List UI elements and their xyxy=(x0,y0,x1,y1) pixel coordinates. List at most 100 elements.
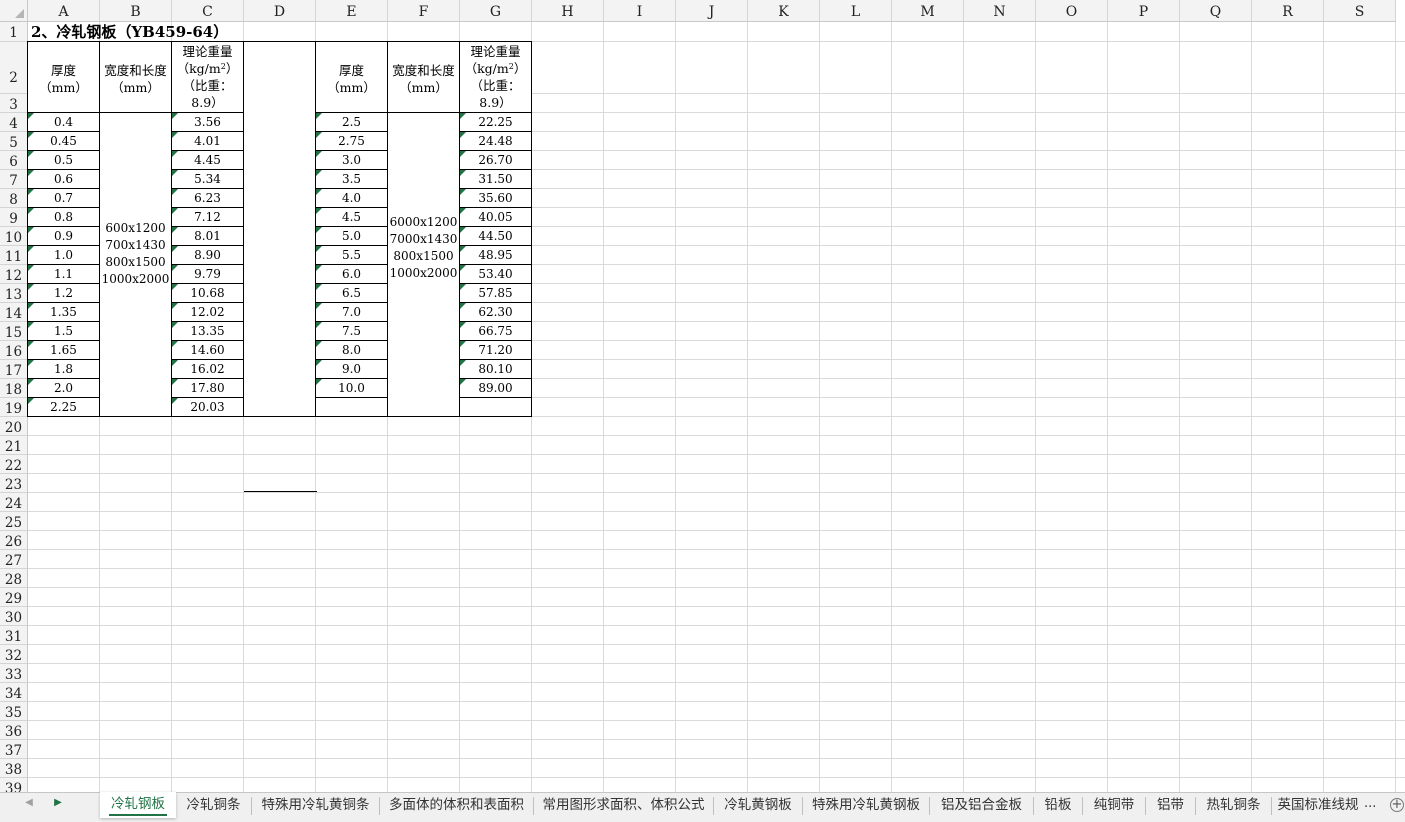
weight-cell[interactable]: 3.56 xyxy=(171,112,244,132)
spreadsheet-grid[interactable]: ABCDEFGHIJKLMNOPQRS 1 2 3 4 5 6 7 8 9 10 11 12 13 14 1… xyxy=(0,0,1405,792)
column-header-r[interactable]: R xyxy=(1252,0,1324,22)
weight-cell[interactable]: 16.02 xyxy=(171,359,244,379)
sizes-merged-cell[interactable]: 6000x1200 7000x1430 800x1500 1000x2000 xyxy=(387,112,460,417)
row-header-16[interactable]: 16 xyxy=(0,341,28,360)
thickness-cell[interactable]: 10.0 xyxy=(315,378,388,398)
weight-cell[interactable]: 13.35 xyxy=(171,321,244,341)
weight-cell[interactable]: 8.01 xyxy=(171,226,244,246)
weight-cell[interactable]: 40.05 xyxy=(459,207,532,227)
row-header-14[interactable]: 14 xyxy=(0,303,28,322)
column-header-f[interactable]: F xyxy=(388,0,460,22)
weight-cell[interactable]: 53.40 xyxy=(459,264,532,284)
weight-cell[interactable]: 24.48 xyxy=(459,131,532,151)
weight-cell[interactable]: 48.95 xyxy=(459,245,532,265)
thickness-cell[interactable]: 5.5 xyxy=(315,245,388,265)
select-all-corner[interactable] xyxy=(0,0,28,22)
row-header-25[interactable]: 25 xyxy=(0,512,28,531)
column-header-g[interactable]: G xyxy=(460,0,532,22)
row-header-12[interactable]: 12 xyxy=(0,265,28,284)
weight-cell[interactable]: 44.50 xyxy=(459,226,532,246)
weight-cell[interactable]: 22.25 xyxy=(459,112,532,132)
thickness-cell[interactable]: 2.5 xyxy=(315,112,388,132)
row-header-17[interactable]: 17 xyxy=(0,360,28,379)
column-header-j[interactable]: J xyxy=(676,0,748,22)
thickness-cell[interactable]: 0.8 xyxy=(27,207,100,227)
thickness-cell[interactable]: 1.5 xyxy=(27,321,100,341)
column-header-l[interactable]: L xyxy=(820,0,892,22)
header-weight[interactable]: 理论重量 （kg/m2） （比重： 8.9） xyxy=(171,41,244,113)
column-header-a[interactable]: A xyxy=(28,0,100,22)
row-header-11[interactable]: 11 xyxy=(0,246,28,265)
weight-cell[interactable]: 8.90 xyxy=(171,245,244,265)
sheet-tab[interactable]: 特殊用冷轧黄钢板 xyxy=(803,797,930,815)
thickness-cell[interactable]: 1.1 xyxy=(27,264,100,284)
row-header-3[interactable]: 3 xyxy=(0,94,28,113)
weight-cell[interactable]: 7.12 xyxy=(171,207,244,227)
thickness-cell[interactable]: 1.35 xyxy=(27,302,100,322)
sizes-merged-cell[interactable]: 600x1200 700x1430 800x1500 1000x2000 xyxy=(99,112,172,417)
thickness-cell[interactable]: 1.2 xyxy=(27,283,100,303)
column-header-d[interactable]: D xyxy=(244,0,316,22)
weight-cell[interactable]: 12.02 xyxy=(171,302,244,322)
weight-cell[interactable]: 17.80 xyxy=(171,378,244,398)
row-header-7[interactable]: 7 xyxy=(0,170,28,189)
tab-scroll-left-icon[interactable]: ◀ xyxy=(22,797,36,808)
row-header-6[interactable]: 6 xyxy=(0,151,28,170)
weight-cell[interactable]: 35.60 xyxy=(459,188,532,208)
weight-cell[interactable]: 71.20 xyxy=(459,340,532,360)
row-header-34[interactable]: 34 xyxy=(0,683,28,702)
thickness-cell[interactable]: 2.0 xyxy=(27,378,100,398)
sheet-tab[interactable]: 铝带 xyxy=(1146,797,1196,815)
sheet-tab[interactable]: 常用图形求面积、体积公式 xyxy=(534,797,714,815)
row-header-31[interactable]: 31 xyxy=(0,626,28,645)
weight-cell[interactable]: 20.03 xyxy=(171,397,244,417)
row-header-37[interactable]: 37 xyxy=(0,740,28,759)
weight-cell[interactable]: 4.01 xyxy=(171,131,244,151)
row-header-39[interactable]: 39 xyxy=(0,778,28,792)
sheet-tab[interactable]: 特殊用冷轧黄铜条 xyxy=(252,797,380,815)
row-header-10[interactable]: 10 xyxy=(0,227,28,246)
thickness-cell[interactable]: 4.5 xyxy=(315,207,388,227)
weight-cell[interactable]: 6.23 xyxy=(171,188,244,208)
thickness-cell[interactable] xyxy=(315,397,388,417)
thickness-cell[interactable]: 0.5 xyxy=(27,150,100,170)
tab-scroll-right-icon[interactable]: ▶ xyxy=(51,797,65,808)
row-header-35[interactable]: 35 xyxy=(0,702,28,721)
column-header-s[interactable]: S xyxy=(1324,0,1396,22)
thickness-cell[interactable]: 0.9 xyxy=(27,226,100,246)
row-header-32[interactable]: 32 xyxy=(0,645,28,664)
sheet-title[interactable]: 2、冷轧钢板（YB459-64） xyxy=(31,22,228,41)
row-header-8[interactable]: 8 xyxy=(0,189,28,208)
weight-cell[interactable]: 14.60 xyxy=(171,340,244,360)
weight-cell[interactable]: 57.85 xyxy=(459,283,532,303)
weight-cell[interactable]: 66.75 xyxy=(459,321,532,341)
row-header-30[interactable]: 30 xyxy=(0,607,28,626)
column-header-n[interactable]: N xyxy=(964,0,1036,22)
column-header-p[interactable]: P xyxy=(1108,0,1180,22)
column-header-e[interactable]: E xyxy=(316,0,388,22)
weight-cell[interactable]: 26.70 xyxy=(459,150,532,170)
thickness-cell[interactable]: 1.8 xyxy=(27,359,100,379)
weight-cell[interactable]: 9.79 xyxy=(171,264,244,284)
row-header-22[interactable]: 22 xyxy=(0,455,28,474)
row-header-27[interactable]: 27 xyxy=(0,550,28,569)
row-header-20[interactable]: 20 xyxy=(0,417,28,436)
thickness-cell[interactable]: 1.65 xyxy=(27,340,100,360)
sheet-tab[interactable]: 冷轧黄钢板 xyxy=(714,797,803,815)
weight-cell[interactable]: 5.34 xyxy=(171,169,244,189)
thickness-cell[interactable]: 1.0 xyxy=(27,245,100,265)
column-header-q[interactable]: Q xyxy=(1180,0,1252,22)
row-header-38[interactable]: 38 xyxy=(0,759,28,778)
sheet-tab[interactable]: 铝及铝合金板 xyxy=(930,797,1034,815)
row-header-5[interactable]: 5 xyxy=(0,132,28,151)
thickness-cell[interactable]: 3.0 xyxy=(315,150,388,170)
add-sheet-icon[interactable]: + xyxy=(1390,798,1404,812)
thickness-cell[interactable]: 2.75 xyxy=(315,131,388,151)
header-thickness-right[interactable]: 厚度 （mm） xyxy=(315,41,388,113)
row-header-29[interactable]: 29 xyxy=(0,588,28,607)
column-header-o[interactable]: O xyxy=(1036,0,1108,22)
sheet-tab[interactable]: 英国标准线规 xyxy=(1272,797,1364,815)
header-thickness[interactable]: 厚度 （mm） xyxy=(27,41,100,113)
row-header-4[interactable]: 4 xyxy=(0,113,28,132)
sheet-tab[interactable]: 纯铜带 xyxy=(1083,797,1146,815)
